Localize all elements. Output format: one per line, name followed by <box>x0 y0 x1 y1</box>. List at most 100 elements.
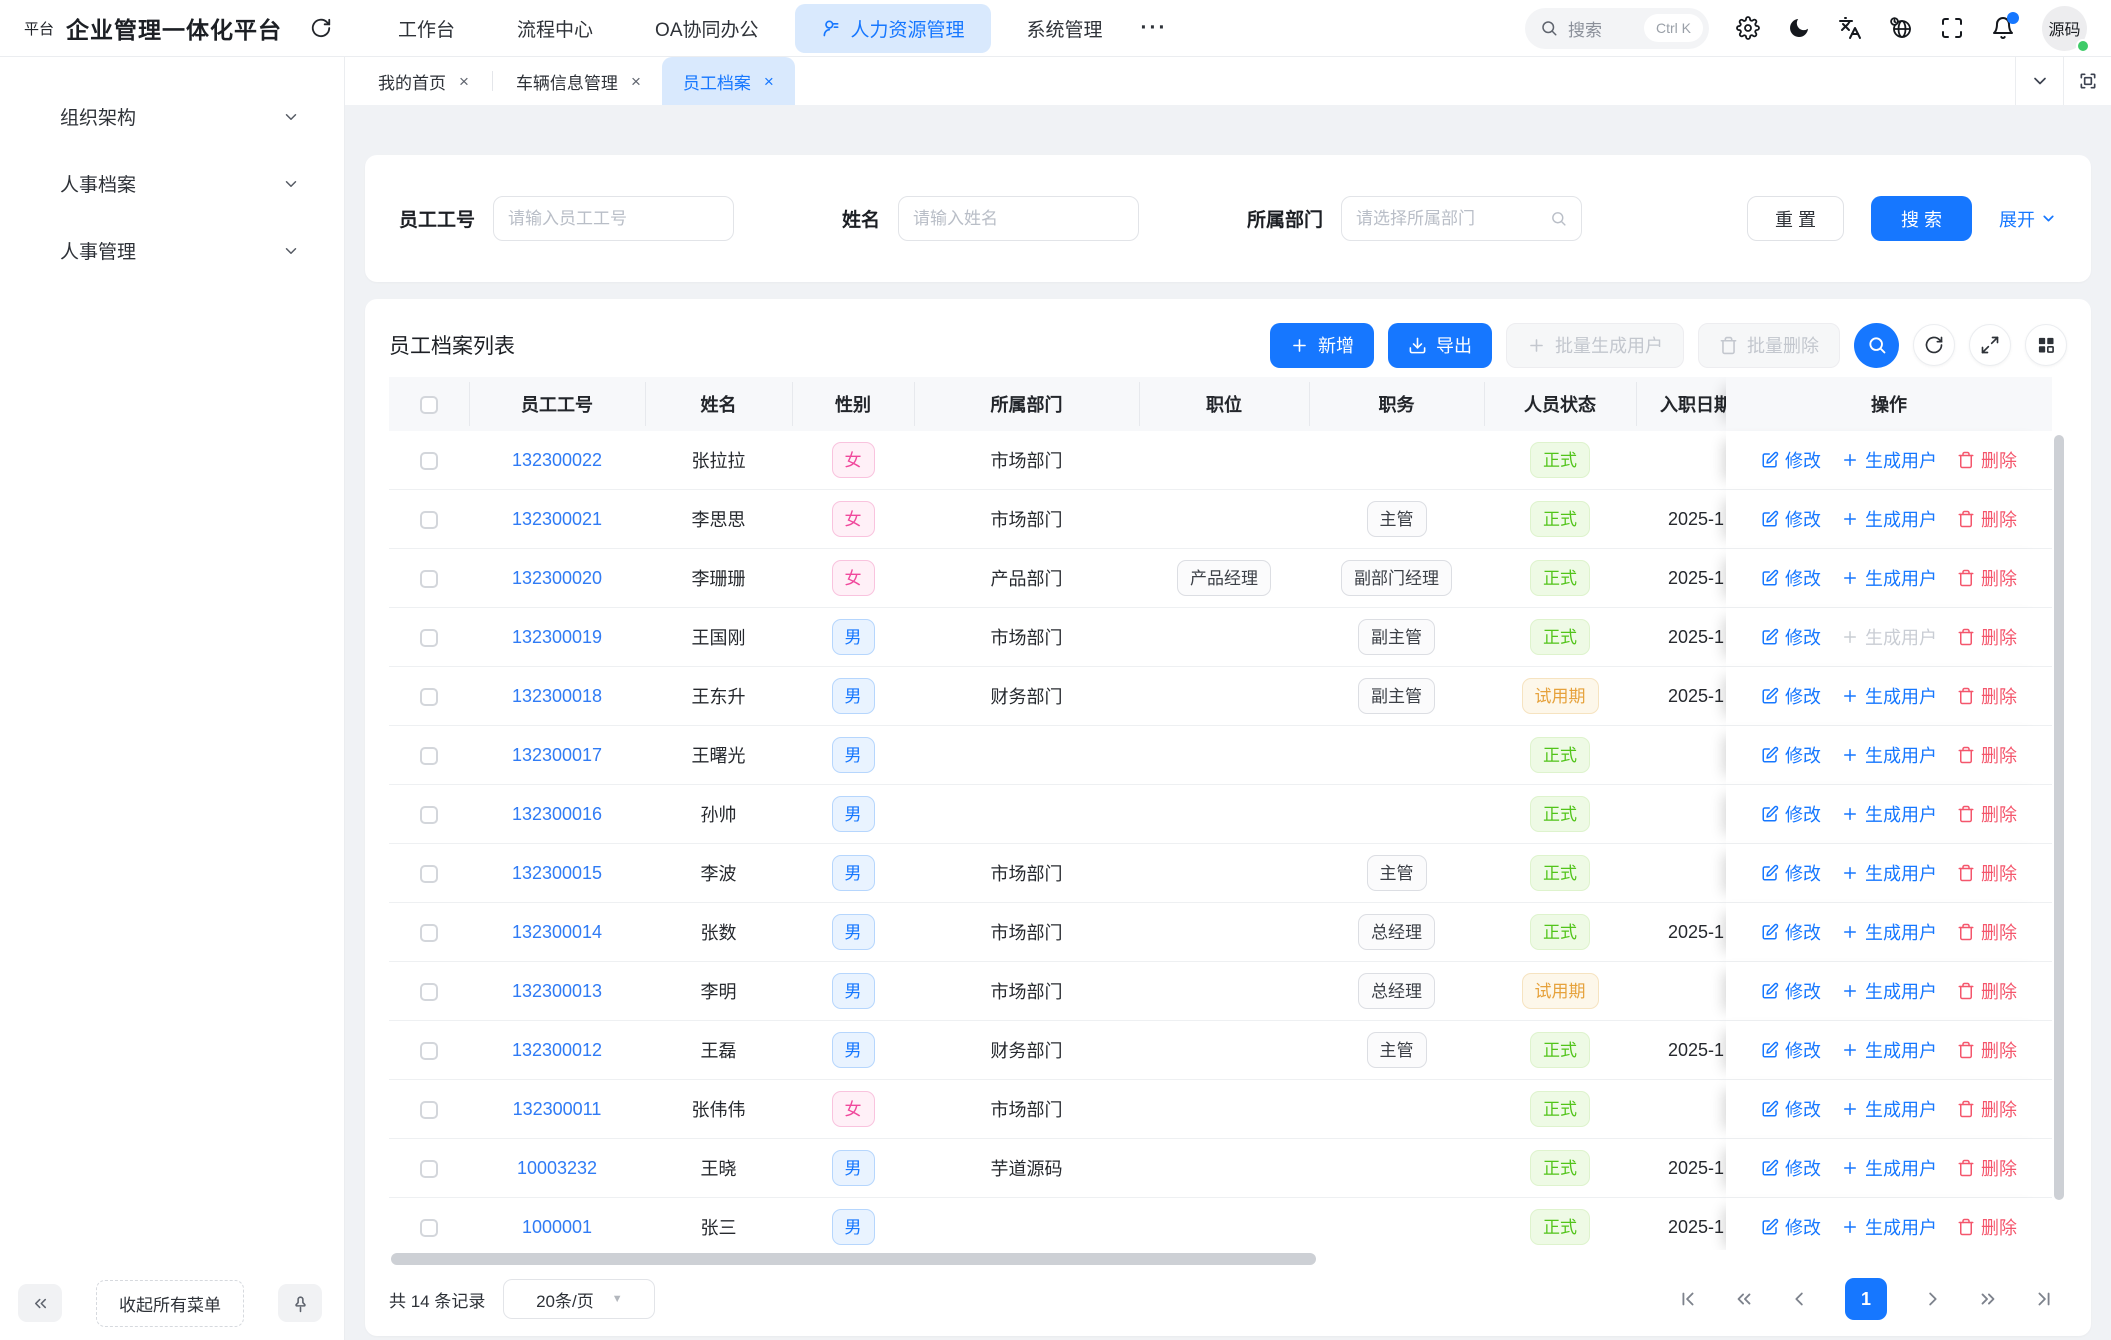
edit-button[interactable]: 修改 <box>1761 919 1821 945</box>
pin-menu-button[interactable] <box>278 1284 322 1322</box>
generate-user-button[interactable]: 生成用户 <box>1841 742 1937 768</box>
employee-id-link[interactable]: 132300018 <box>512 686 602 706</box>
generate-user-button[interactable]: 生成用户 <box>1841 447 1937 473</box>
department-select[interactable] <box>1341 196 1582 241</box>
generate-user-button[interactable]: 生成用户 <box>1841 1096 1937 1122</box>
add-button[interactable]: 新增 <box>1270 323 1374 368</box>
department-select[interactable] <box>1356 209 1550 229</box>
prev-page-button[interactable] <box>1789 1288 1811 1310</box>
row-checkbox[interactable] <box>420 983 438 1001</box>
nav-item[interactable]: 工作台 <box>372 4 481 53</box>
reset-button[interactable]: 重 置 <box>1747 196 1844 241</box>
close-icon[interactable]: × <box>459 73 469 90</box>
row-checkbox[interactable] <box>420 747 438 765</box>
delete-button[interactable]: 删除 <box>1957 683 2017 709</box>
sidebar-collapse-button[interactable] <box>18 1284 62 1322</box>
tab-我的首页[interactable]: 我的首页× <box>357 57 490 105</box>
employee-id-link[interactable]: 132300012 <box>512 1040 602 1060</box>
delete-button[interactable]: 删除 <box>1957 1037 2017 1063</box>
last-page-button[interactable] <box>2033 1288 2055 1310</box>
employee-id-link[interactable]: 132300022 <box>512 450 602 470</box>
edit-button[interactable]: 修改 <box>1761 447 1821 473</box>
generate-user-button[interactable]: 生成用户 <box>1841 1037 1937 1063</box>
employee-id-link[interactable]: 132300019 <box>512 627 602 647</box>
delete-button[interactable]: 删除 <box>1957 978 2017 1004</box>
row-checkbox[interactable] <box>420 806 438 824</box>
settings-button[interactable] <box>1736 16 1760 40</box>
vertical-scrollbar[interactable] <box>2052 433 2067 1246</box>
row-checkbox[interactable] <box>420 1101 438 1119</box>
jump-back-button[interactable] <box>1733 1288 1755 1310</box>
delete-button[interactable]: 删除 <box>1957 1096 2017 1122</box>
horizontal-scrollbar-thumb[interactable] <box>391 1253 1316 1265</box>
first-page-button[interactable] <box>1677 1288 1699 1310</box>
tabs-dropdown-button[interactable] <box>2015 57 2063 105</box>
generate-user-button[interactable]: 生成用户 <box>1841 506 1937 532</box>
expand-filters-link[interactable]: 展开 <box>1999 206 2057 232</box>
collapse-all-menus-button[interactable]: 收起所有菜单 <box>96 1280 244 1327</box>
row-checkbox[interactable] <box>420 511 438 529</box>
edit-button[interactable]: 修改 <box>1761 624 1821 650</box>
vertical-scrollbar-thumb[interactable] <box>2054 435 2064 1200</box>
export-button[interactable]: 导出 <box>1388 323 1492 368</box>
nav-item[interactable]: 人力资源管理 <box>795 4 991 53</box>
employee-id-link[interactable]: 132300016 <box>512 804 602 824</box>
edit-button[interactable]: 修改 <box>1761 1037 1821 1063</box>
dark-mode-toggle[interactable] <box>1787 16 1811 40</box>
generate-user-button[interactable]: 生成用户 <box>1841 919 1937 945</box>
table-fullscreen-button[interactable] <box>1969 324 2011 366</box>
generate-user-button[interactable]: 生成用户 <box>1841 683 1937 709</box>
row-checkbox[interactable] <box>420 688 438 706</box>
page-size-select[interactable]: 20条/页 ▼ <box>503 1279 655 1319</box>
fullscreen-button[interactable] <box>1940 16 1964 40</box>
generate-user-button[interactable]: 生成用户 <box>1841 978 1937 1004</box>
employee-id-link[interactable]: 132300015 <box>512 863 602 883</box>
sidebar-item-人事档案[interactable]: 人事档案 <box>0 150 344 217</box>
delete-button[interactable]: 删除 <box>1957 624 2017 650</box>
generate-user-button[interactable]: 生成用户 <box>1841 801 1937 827</box>
employee-id-link[interactable]: 132300014 <box>512 922 602 942</box>
delete-button[interactable]: 删除 <box>1957 447 2017 473</box>
edit-button[interactable]: 修改 <box>1761 1155 1821 1181</box>
sidebar-item-组织架构[interactable]: 组织架构 <box>0 83 344 150</box>
column-settings-button[interactable] <box>2025 324 2067 366</box>
delete-button[interactable]: 删除 <box>1957 742 2017 768</box>
page-number-current[interactable]: 1 <box>1845 1278 1887 1320</box>
edit-button[interactable]: 修改 <box>1761 506 1821 532</box>
edit-button[interactable]: 修改 <box>1761 978 1821 1004</box>
generate-user-button[interactable]: 生成用户 <box>1841 624 1937 650</box>
generate-user-button[interactable]: 生成用户 <box>1841 1155 1937 1181</box>
edit-button[interactable]: 修改 <box>1761 565 1821 591</box>
employee-id-link[interactable]: 132300011 <box>513 1099 602 1119</box>
row-checkbox[interactable] <box>420 924 438 942</box>
name-input[interactable] <box>898 196 1139 241</box>
edit-button[interactable]: 修改 <box>1761 1214 1821 1240</box>
edit-button[interactable]: 修改 <box>1761 742 1821 768</box>
edit-button[interactable]: 修改 <box>1761 860 1821 886</box>
select-all-checkbox[interactable] <box>420 396 438 414</box>
row-checkbox[interactable] <box>420 1160 438 1178</box>
employee-id-link[interactable]: 1000001 <box>522 1217 592 1237</box>
generate-user-button[interactable]: 生成用户 <box>1841 565 1937 591</box>
batch-delete-button[interactable]: 批量删除 <box>1698 323 1840 368</box>
notifications-button[interactable] <box>1991 16 2015 40</box>
timezone-globe-button[interactable] <box>1889 16 1913 40</box>
close-icon[interactable]: × <box>764 73 774 90</box>
employee-id-link[interactable]: 132300020 <box>512 568 602 588</box>
nav-more-button[interactable]: ··· <box>1129 16 1180 40</box>
delete-button[interactable]: 删除 <box>1957 860 2017 886</box>
horizontal-scrollbar[interactable] <box>389 1252 2067 1267</box>
generate-user-button[interactable]: 生成用户 <box>1841 1214 1937 1240</box>
edit-button[interactable]: 修改 <box>1761 801 1821 827</box>
user-avatar[interactable]: 源码 <box>2042 6 2087 51</box>
global-search[interactable]: 搜索 Ctrl K <box>1525 8 1709 49</box>
delete-button[interactable]: 删除 <box>1957 506 2017 532</box>
table-search-button[interactable] <box>1854 323 1899 368</box>
employee-id-input[interactable] <box>508 209 719 229</box>
employee-id-input[interactable] <box>493 196 734 241</box>
row-checkbox[interactable] <box>420 865 438 883</box>
delete-button[interactable]: 删除 <box>1957 919 2017 945</box>
row-checkbox[interactable] <box>420 1042 438 1060</box>
language-switch-button[interactable] <box>1838 16 1862 40</box>
row-checkbox[interactable] <box>420 570 438 588</box>
